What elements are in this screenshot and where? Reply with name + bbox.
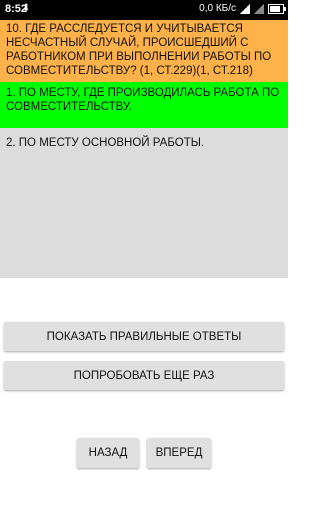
status-indicators: 0,0 КБ/с	[199, 3, 286, 14]
network-speed: 0,0 КБ/с	[199, 3, 236, 14]
battery-icon	[268, 3, 286, 14]
signal-secondary-icon	[254, 3, 264, 14]
signal-icon	[240, 3, 250, 14]
battery-level	[270, 5, 280, 12]
question-text: 10. ГДЕ РАССЛЕДУЕТСЯ И УЧИТЫВАЕТСЯ НЕСЧА…	[0, 20, 288, 82]
status-bar: 8:52 ⬇ 0,0 КБ/с	[0, 0, 288, 20]
answer-option-1[interactable]: 1. ПО МЕСТУ, ГДЕ ПРОИЗВОДИЛАСЬ РАБОТА ПО…	[0, 82, 288, 128]
forward-button[interactable]: ВПЕРЕД	[147, 438, 211, 468]
try-again-button[interactable]: ПОПРОБОВАТЬ ЕЩЕ РАЗ	[4, 361, 284, 390]
show-correct-answers-button[interactable]: ПОКАЗАТЬ ПРАВИЛЬНЫЕ ОТВЕТЫ	[4, 322, 284, 351]
answer-option-2[interactable]: 2. ПО МЕСТУ ОСНОВНОЙ РАБОТЫ.	[0, 128, 288, 278]
download-arrow-icon: ⬇	[22, 3, 31, 14]
back-button[interactable]: НАЗАД	[77, 438, 139, 468]
